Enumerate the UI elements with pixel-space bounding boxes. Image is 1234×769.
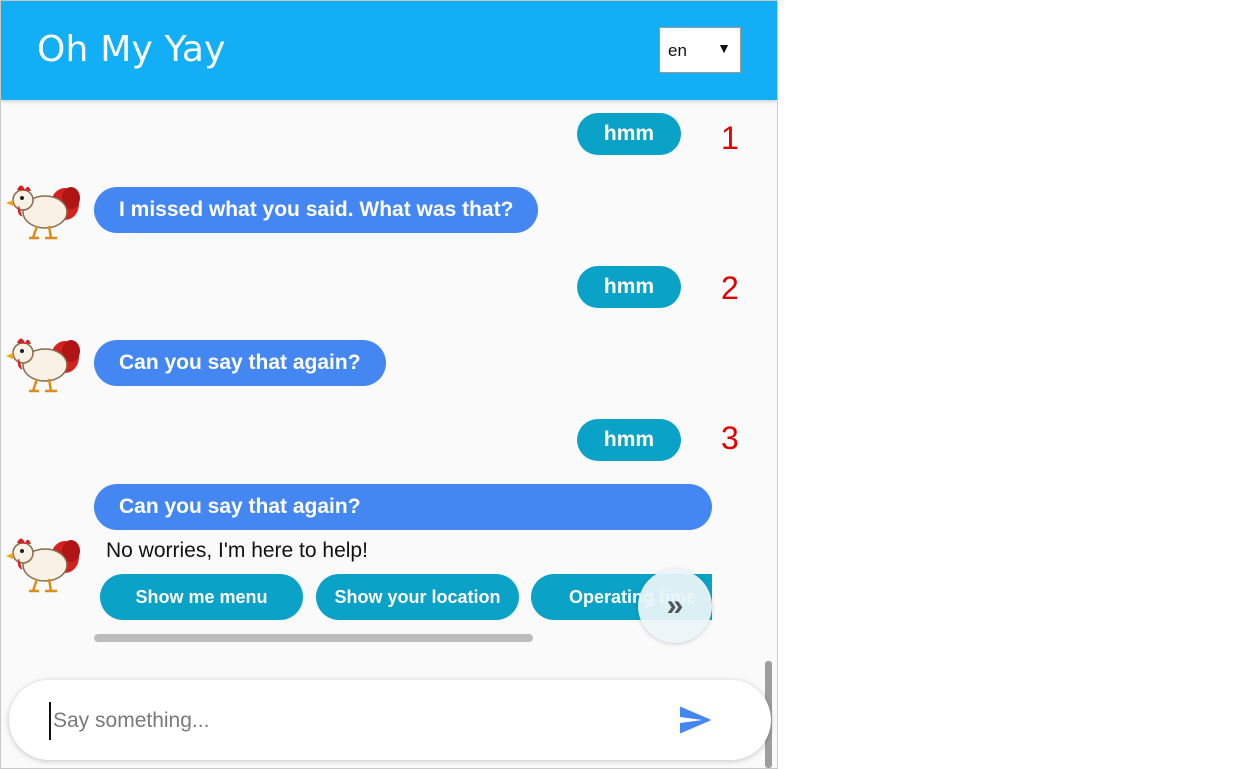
quick-replies-scrollbar[interactable]: [94, 632, 712, 642]
user-message-bubble: hmm: [577, 419, 681, 461]
app-title: Oh My Yay: [37, 29, 226, 70]
rooster-avatar-icon: [6, 538, 80, 593]
bot-message-bubble: Can you say that again?: [94, 484, 712, 530]
language-select[interactable]: en ▼: [659, 27, 741, 73]
message-composer: [9, 680, 771, 760]
quick-reply-show-menu[interactable]: Show me menu: [100, 574, 303, 620]
bot-message-bubble: I missed what you said. What was that?: [94, 187, 539, 233]
chat-header: Oh My Yay en ▼: [1, 1, 777, 100]
user-message-bubble: hmm: [577, 113, 681, 155]
rooster-avatar-icon: [6, 338, 80, 393]
bot-plain-message: No worries, I'm here to help!: [106, 539, 368, 562]
annotation-number: 1: [721, 120, 739, 156]
rooster-avatar-icon: [6, 185, 80, 240]
scrollbar-thumb[interactable]: [94, 634, 533, 642]
quick-replies: Show me menu Show your location Operatin…: [94, 572, 712, 624]
user-message-bubble: hmm: [577, 266, 681, 308]
annotation-number: 2: [721, 270, 739, 306]
language-select-value: en: [668, 41, 687, 60]
send-icon[interactable]: [677, 702, 713, 738]
message-input[interactable]: [49, 702, 615, 740]
quick-reply-show-location[interactable]: Show your location: [316, 574, 519, 620]
bot-message-bubble: Can you say that again?: [94, 340, 386, 386]
dropdown-arrow-icon: ▼: [717, 40, 731, 56]
chat-widget: Oh My Yay en ▼ hmm I missed what you sai…: [0, 0, 778, 769]
annotation-number: 3: [721, 420, 739, 456]
